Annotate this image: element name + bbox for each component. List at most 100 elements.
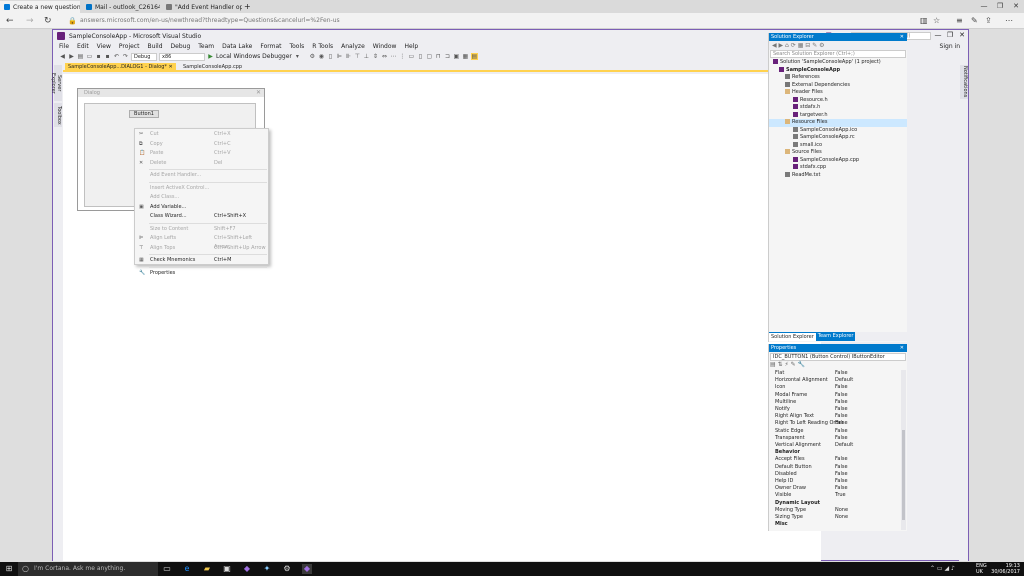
property-value[interactable]: False: [835, 478, 848, 485]
back-arrow-icon[interactable]: ←: [6, 16, 14, 26]
vs-restore-button[interactable]: ❐: [944, 30, 956, 41]
menu-file[interactable]: File: [55, 42, 73, 51]
space-down-icon[interactable]: ⋮: [399, 53, 406, 60]
panel-close-icon[interactable]: ✕: [900, 33, 904, 41]
property-row[interactable]: Multiline False: [769, 399, 900, 406]
menu-tools[interactable]: Tools: [285, 42, 308, 51]
debug-tool-icon[interactable]: ⚙: [309, 53, 316, 60]
tab-team-explorer[interactable]: Team Explorer: [815, 332, 856, 341]
clock[interactable]: 19:13 30/06/2017: [991, 563, 1020, 575]
make-same-size-icon[interactable]: ▢: [426, 53, 433, 60]
context-menu-item[interactable]: Class Wizard... Ctrl+Shift+X: [135, 212, 268, 221]
property-value[interactable]: Default: [835, 442, 853, 449]
property-value[interactable]: False: [835, 420, 848, 427]
property-row[interactable]: Horizontal Alignment Default: [769, 377, 900, 384]
task-view-icon[interactable]: ▭: [162, 564, 172, 574]
tree-node[interactable]: Resource Files: [769, 119, 907, 127]
context-menu-item[interactable]: ⊫ Align Lefts Ctrl+Shift+Left Arrow: [135, 234, 268, 250]
back-icon[interactable]: ◀: [59, 53, 66, 60]
run-target-button[interactable]: Local Windows Debugger: [216, 53, 292, 61]
property-row[interactable]: Visible True: [769, 492, 900, 499]
notes-icon[interactable]: ✎: [971, 16, 978, 26]
property-row[interactable]: Default Button False: [769, 464, 900, 471]
breakpoint-icon[interactable]: ◉: [318, 53, 325, 60]
save-icon[interactable]: ▪: [95, 53, 102, 60]
property-row[interactable]: Icon False: [769, 384, 900, 391]
property-row[interactable]: Accept Files False: [769, 456, 900, 463]
more-icon[interactable]: ⋯: [1005, 16, 1013, 26]
save-all-icon[interactable]: ▪: [104, 53, 111, 60]
server-explorer-tab[interactable]: Server Explorer: [50, 65, 62, 101]
tree-node[interactable]: Solution 'SampleConsoleApp' (1 project): [773, 59, 881, 67]
property-row[interactable]: Sizing Type None: [769, 514, 900, 521]
toggle-guides-icon[interactable]: ▤: [470, 53, 478, 60]
browser-tab[interactable]: "Add Event Handler option✕: [162, 1, 242, 13]
context-menu-item[interactable]: 🔧 Properties: [135, 269, 268, 278]
context-menu-item[interactable]: Size to Content Shift+F7: [135, 225, 268, 234]
tab-cpp-file[interactable]: SampleConsoleApp.cpp: [180, 63, 245, 72]
menu-team[interactable]: Team: [194, 42, 218, 51]
menu-view[interactable]: View: [93, 42, 115, 51]
property-value[interactable]: Default: [835, 377, 853, 384]
toggle-grid-icon[interactable]: ▦: [462, 53, 469, 60]
make-same-height-icon[interactable]: ▯: [417, 53, 424, 60]
tree-node[interactable]: small.ico: [793, 141, 822, 150]
property-category[interactable]: Misc: [769, 521, 900, 528]
property-row[interactable]: Help ID False: [769, 478, 900, 485]
property-value[interactable]: False: [835, 485, 848, 492]
property-row[interactable]: Disabled False: [769, 471, 900, 478]
platform-select[interactable]: x86: [159, 52, 205, 61]
property-value[interactable]: False: [835, 428, 848, 435]
start-debugging-icon[interactable]: ▶: [207, 53, 214, 60]
tree-node[interactable]: targetver.h: [793, 111, 828, 120]
property-value[interactable]: None: [835, 514, 848, 521]
hub-icon[interactable]: ≡: [956, 16, 963, 26]
property-value[interactable]: False: [835, 392, 848, 399]
edge-icon[interactable]: e: [182, 564, 192, 574]
minimize-button[interactable]: —: [976, 0, 992, 13]
refresh-icon[interactable]: ↻: [44, 16, 52, 26]
space-across-icon[interactable]: ⋯: [390, 53, 397, 60]
property-value[interactable]: False: [835, 370, 848, 377]
context-menu-item[interactable]: 📋 Paste Ctrl+V: [135, 149, 268, 158]
attach-icon[interactable]: ▾: [294, 53, 301, 60]
property-value[interactable]: None: [835, 507, 848, 514]
align-right-icon[interactable]: ⊪: [345, 53, 352, 60]
tree-node[interactable]: SampleConsoleApp.cpp: [793, 156, 859, 165]
menu-r-tools[interactable]: R Tools: [308, 42, 337, 51]
store-icon[interactable]: ▣: [222, 564, 232, 574]
tab-solution-explorer[interactable]: Solution Explorer: [769, 332, 816, 341]
cortana-search-box[interactable]: ○ I'm Cortana. Ask me anything.: [18, 562, 158, 576]
property-value[interactable]: False: [835, 464, 848, 471]
context-menu-item[interactable]: Add Event Handler...: [135, 171, 268, 180]
browser-tab[interactable]: Mail - outlook_C261642784✕: [82, 1, 160, 13]
file-explorer-icon[interactable]: ▰: [202, 564, 212, 574]
property-row[interactable]: Moving Type None: [769, 507, 900, 514]
menu-project[interactable]: Project: [115, 42, 144, 51]
property-value[interactable]: False: [835, 471, 848, 478]
property-row[interactable]: Right Align Text False: [769, 413, 900, 420]
browser-tab[interactable]: Create a new question o✕: [0, 1, 80, 13]
new-project-icon[interactable]: ▤: [77, 53, 84, 60]
tree-node[interactable]: stdafx.h: [793, 104, 820, 112]
open-icon[interactable]: ▭: [86, 53, 93, 60]
properties-object-select[interactable]: IDC_BUTTON1 (Button Control) IButtonEdit…: [770, 353, 906, 361]
forward-arrow-icon[interactable]: →: [26, 16, 34, 26]
tree-node[interactable]: References: [785, 74, 820, 82]
property-category[interactable]: Behavior: [769, 449, 900, 456]
menu-window[interactable]: Window: [369, 42, 401, 51]
unity-icon[interactable]: ✦: [262, 564, 272, 574]
windows-start-icon[interactable]: ⊞: [4, 564, 14, 574]
property-scrollbar[interactable]: [901, 370, 906, 530]
tree-node[interactable]: SampleConsoleApp.ico: [793, 126, 857, 135]
align-top-icon[interactable]: ⊤: [354, 53, 361, 60]
visual-studio-taskbar-icon[interactable]: ◆: [242, 564, 252, 574]
property-row[interactable]: Right To Left Reading Order False: [769, 420, 900, 427]
property-row[interactable]: Transparent False: [769, 435, 900, 442]
menu-format[interactable]: Format: [256, 42, 285, 51]
tree-node[interactable]: Resource.h: [793, 96, 828, 105]
tray-icons[interactable]: ⌃ ▭ ◢ ♪: [930, 565, 955, 572]
menu-edit[interactable]: Edit: [73, 42, 93, 51]
forward-icon[interactable]: ▶: [68, 53, 75, 60]
property-row[interactable]: Flat False: [769, 370, 900, 377]
